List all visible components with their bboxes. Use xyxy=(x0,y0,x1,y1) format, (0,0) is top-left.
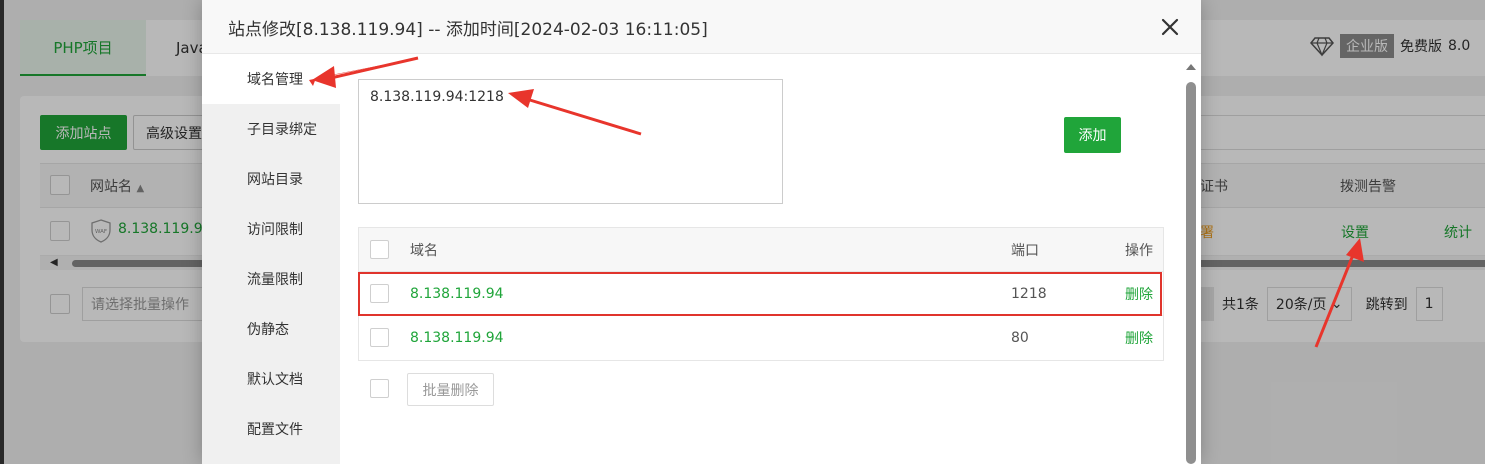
port-value: 80 xyxy=(1011,330,1029,346)
row-checkbox[interactable] xyxy=(370,284,389,303)
column-domain: 域名 xyxy=(410,242,438,259)
column-port: 端口 xyxy=(1011,242,1039,259)
column-action: 操作 xyxy=(1125,242,1153,259)
row-checkbox[interactable] xyxy=(370,328,389,347)
sidebar-item-domain-management[interactable]: 域名管理 xyxy=(202,54,340,104)
domain-link[interactable]: 8.138.119.94 xyxy=(410,272,504,315)
sidebar-item-config-file[interactable]: 配置文件 xyxy=(202,404,340,454)
sidebar-item-rewrite[interactable]: 伪静态 xyxy=(202,304,340,354)
sidebar-item-access-restriction[interactable]: 访问限制 xyxy=(202,204,340,254)
table-row: 8.138.119.94 1218 删除 xyxy=(359,272,1163,316)
site-edit-modal: 站点修改[8.138.119.94] -- 添加时间[2024-02-03 16… xyxy=(202,0,1201,464)
scroll-up-icon[interactable] xyxy=(1186,64,1196,70)
modal-header: 站点修改[8.138.119.94] -- 添加时间[2024-02-03 16… xyxy=(202,0,1201,54)
sidebar-item-site-directory[interactable]: 网站目录 xyxy=(202,154,340,204)
modal-scroll-thumb[interactable] xyxy=(1186,82,1196,464)
add-domain-button[interactable]: 添加 xyxy=(1064,117,1121,153)
sidebar-item-traffic-limit[interactable]: 流量限制 xyxy=(202,254,340,304)
sidebar-item-subdirectory-binding[interactable]: 子目录绑定 xyxy=(202,104,340,154)
domain-table: 域名 端口 操作 8.138.119.94 1218 删除 8.138.119.… xyxy=(358,227,1164,361)
sidebar-item-default-document[interactable]: 默认文档 xyxy=(202,354,340,404)
domain-table-header: 域名 端口 操作 xyxy=(359,228,1163,272)
delete-domain-button[interactable]: 删除 xyxy=(1125,316,1153,360)
modal-title: 站点修改[8.138.119.94] -- 添加时间[2024-02-03 16… xyxy=(228,20,708,40)
table-row: 8.138.119.94 80 删除 xyxy=(359,316,1163,360)
close-icon[interactable] xyxy=(1159,16,1181,38)
modal-sidebar: 域名管理 子目录绑定 网站目录 访问限制 流量限制 伪静态 默认文档 配置文件 xyxy=(202,54,340,464)
delete-domain-button[interactable]: 删除 xyxy=(1125,272,1153,315)
select-all-domains-checkbox[interactable] xyxy=(370,240,389,259)
domain-input[interactable]: 8.138.119.94:1218 xyxy=(358,79,783,204)
batch-delete-button[interactable]: 批量删除 xyxy=(407,373,494,406)
batch-select-checkbox[interactable] xyxy=(370,379,389,398)
port-value: 1218 xyxy=(1011,285,1047,302)
domain-link[interactable]: 8.138.119.94 xyxy=(410,316,504,360)
